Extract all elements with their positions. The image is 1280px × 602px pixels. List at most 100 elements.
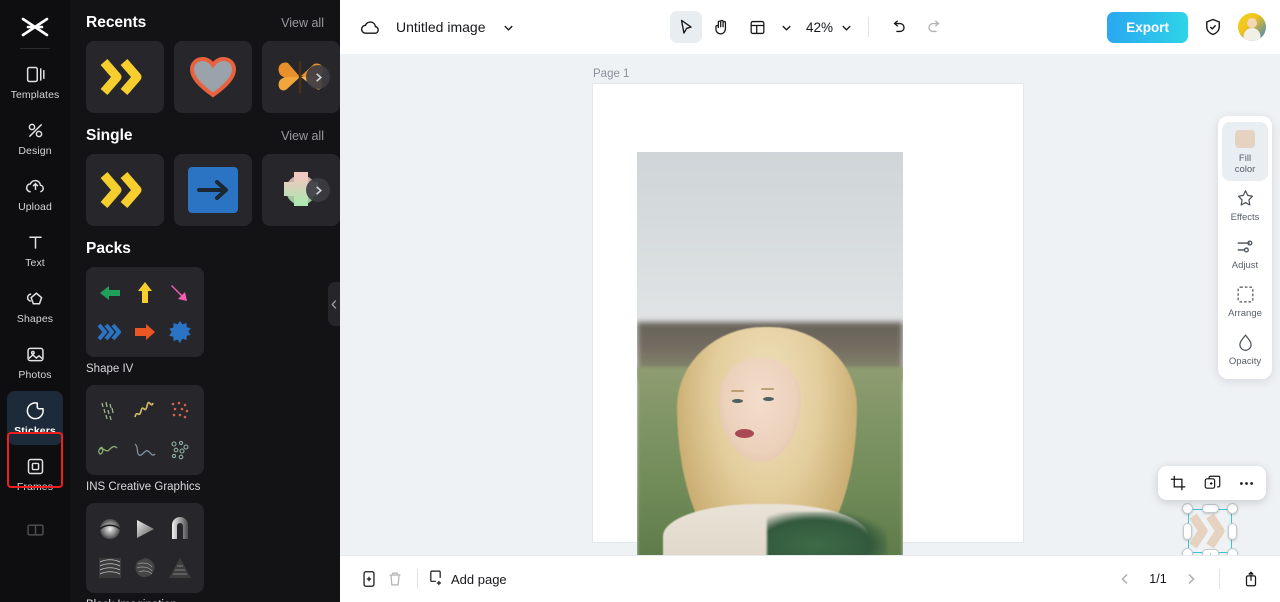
rail-item-effects[interactable]: Effects [1222, 181, 1268, 229]
capcut-logo-icon[interactable] [13, 10, 57, 44]
single-next-button[interactable] [306, 178, 330, 202]
page-label: Page 1 [593, 68, 630, 80]
pack-thumbnail [86, 385, 204, 475]
sticker-item[interactable] [86, 41, 164, 113]
sidebar-item-label: Shapes [16, 312, 54, 325]
more-horizontal-icon[interactable] [1234, 471, 1258, 495]
selected-sticker[interactable] [1182, 503, 1238, 555]
sidebar-item-photos[interactable]: Photos [7, 335, 63, 389]
undo-button[interactable] [882, 11, 914, 43]
resize-handle-right[interactable] [1228, 522, 1237, 540]
rail-item-label: Effects [1230, 212, 1260, 223]
rail-item-label: Arrange [1228, 308, 1262, 319]
zoom-level[interactable]: 42% [806, 20, 833, 35]
packs-section-header: Packs [86, 226, 324, 267]
sticker-item[interactable] [174, 154, 252, 226]
adjust-sliders-icon [1235, 236, 1255, 256]
upload-cloud-icon [24, 176, 46, 198]
sidebar-item-shapes[interactable]: Shapes [7, 279, 63, 333]
shapes-icon [24, 288, 46, 310]
stickers-icon [24, 400, 46, 422]
resize-handle-bl[interactable] [1182, 548, 1193, 555]
prev-page-button[interactable] [1115, 569, 1135, 589]
resize-handle-br[interactable] [1227, 548, 1238, 555]
pack-item[interactable]: Shape IV [86, 267, 204, 375]
rail-item-opacity[interactable]: Opacity [1222, 325, 1268, 373]
shield-check-icon[interactable] [1197, 11, 1229, 43]
title-chevron-down-icon[interactable] [493, 11, 525, 43]
cloud-saved-icon[interactable] [354, 11, 386, 43]
frames-icon [24, 456, 46, 478]
bottom-divider [417, 569, 418, 589]
duplicate-page-icon[interactable] [356, 566, 382, 592]
add-page-button[interactable]: Add page [427, 569, 507, 589]
view-all-single[interactable]: View all [281, 129, 324, 143]
rail-item-adjust[interactable]: Adjust [1222, 229, 1268, 277]
add-page-icon [427, 569, 444, 589]
sidebar-item-more[interactable] [7, 503, 63, 557]
view-all-recents[interactable]: View all [281, 16, 324, 30]
app-root: Templates Design Upload Text Shapes Phot… [0, 0, 1280, 602]
photo-brow-left [731, 390, 744, 392]
photo-foreground-plant [767, 512, 887, 555]
canvas-photo[interactable] [637, 152, 903, 555]
photo-lips [735, 429, 754, 438]
sidebar-item-upload[interactable]: Upload [7, 167, 63, 221]
main-area: Untitled image 42% Export Page 1 Fill co… [340, 0, 1280, 602]
select-tool-button[interactable] [669, 11, 702, 43]
resize-handle-tl[interactable] [1182, 503, 1193, 514]
export-button[interactable]: Export [1107, 11, 1188, 43]
hand-tool-button[interactable] [706, 11, 738, 43]
sidebar-item-label: Photos [18, 368, 52, 381]
sidebar-item-frames[interactable]: Frames [7, 447, 63, 501]
rail-item-label: Fill color [1234, 153, 1256, 175]
text-icon [24, 232, 46, 254]
sidebar-item-stickers[interactable]: Stickers [7, 391, 63, 445]
book-icon [24, 519, 46, 541]
export-upload-icon[interactable] [1238, 566, 1264, 592]
section-title: Recents [86, 14, 147, 31]
fill-color-swatch-icon [1235, 129, 1255, 149]
photo-eye-left [732, 399, 743, 403]
sidebar-item-label: Frames [16, 480, 54, 493]
canvas-area[interactable]: Page 1 Fill color Effects Adjust Arrange… [340, 54, 1280, 555]
templates-icon [24, 64, 46, 86]
next-page-button[interactable] [1181, 569, 1201, 589]
crop-icon[interactable] [1166, 471, 1190, 495]
layout-tool-button[interactable] [742, 11, 774, 43]
pack-label: INS Creative Graphics [86, 481, 201, 493]
selection-box [1188, 509, 1232, 553]
sticker-item[interactable] [86, 154, 164, 226]
duplicate-icon[interactable] [1200, 471, 1224, 495]
layout-chevron-down-icon[interactable] [778, 11, 796, 43]
sidebar-item-design[interactable]: Design [7, 111, 63, 165]
rail-item-fill-color[interactable]: Fill color [1222, 122, 1268, 181]
selection-floating-toolbar [1158, 466, 1266, 500]
user-avatar[interactable] [1238, 13, 1266, 41]
delete-page-icon[interactable] [382, 566, 408, 592]
toolbar-divider [868, 17, 870, 37]
pack-label: Shape IV [86, 363, 134, 375]
resize-handle-top[interactable] [1201, 504, 1219, 513]
packs-grid: Shape IV INS Creative Graphics [86, 267, 324, 602]
recents-next-button[interactable] [306, 65, 330, 89]
pack-item[interactable]: Black Imagination [86, 503, 204, 602]
resize-handle-left[interactable] [1183, 522, 1192, 540]
resize-handle-tr[interactable] [1227, 503, 1238, 514]
rail-item-arrange[interactable]: Arrange [1222, 277, 1268, 325]
pack-item[interactable]: INS Creative Graphics [86, 385, 204, 493]
rail-item-label: Adjust [1231, 260, 1259, 271]
left-nav-rail: Templates Design Upload Text Shapes Phot… [0, 0, 70, 602]
top-toolbar: Untitled image 42% Export [340, 0, 1280, 54]
add-page-label: Add page [451, 571, 507, 587]
page-indicator: 1/1 [1149, 572, 1167, 586]
section-title: Single [86, 127, 133, 144]
document-title[interactable]: Untitled image [396, 19, 486, 35]
sidebar-item-templates[interactable]: Templates [7, 55, 63, 109]
redo-button[interactable] [918, 11, 950, 43]
collapse-panel-button[interactable] [328, 282, 340, 326]
zoom-chevron-down-icon[interactable] [837, 11, 855, 43]
design-page[interactable] [593, 84, 1023, 555]
sidebar-item-text[interactable]: Text [7, 223, 63, 277]
sticker-item[interactable] [174, 41, 252, 113]
